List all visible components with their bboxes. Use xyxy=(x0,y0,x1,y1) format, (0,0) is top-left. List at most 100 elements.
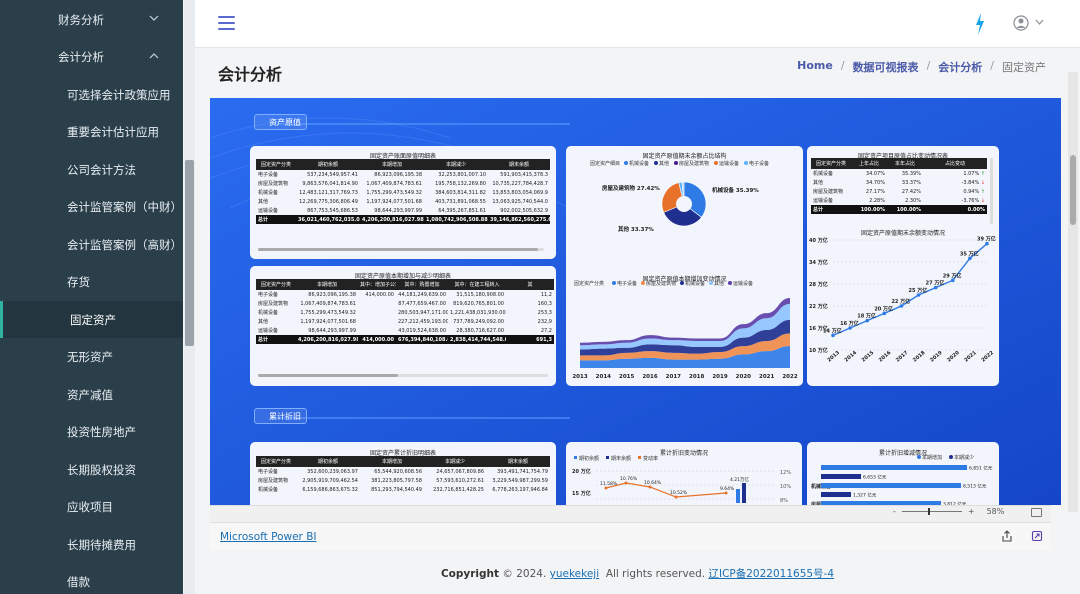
table-row[interactable]: 电子设备 86,923,096,195.38 414,000.00 44,181,24… xyxy=(256,290,554,299)
legend-label[interactable]: 电子设备 xyxy=(617,280,637,287)
legend-label[interactable]: 机械设备 xyxy=(685,280,705,287)
legend-label[interactable]: 机械设备 xyxy=(629,160,649,167)
legend-label[interactable]: 本期增加 xyxy=(922,454,942,461)
table-row[interactable]: 机械设备 6,159,686,863,675.32 851,293,794,540.… xyxy=(256,485,550,494)
sidebar-item[interactable]: 固定资产 xyxy=(0,301,183,338)
legend-label[interactable]: 其他 xyxy=(659,160,669,167)
fit-to-page-icon[interactable] xyxy=(1031,508,1042,517)
sidebar-item[interactable]: 长期股权投资 xyxy=(0,451,183,488)
powerbi-report[interactable]: 资产原值 累计折旧 固定资产账面原值明细表 固定资产分类 期初余额 本期增加 本期减少… xyxy=(210,98,1061,505)
pie-chart[interactable]: 固定资产细目 机械设备 其他 房屋及建筑物 运输设备 电子设备房屋及建筑物 27.42% 机… xyxy=(566,156,803,251)
column-header[interactable]: 本期增加 xyxy=(360,456,424,467)
column-header[interactable]: 固定资产分类 xyxy=(256,279,296,290)
bar[interactable] xyxy=(821,483,961,488)
table-h-scroll-thumb[interactable] xyxy=(258,374,398,377)
column-header[interactable]: 其中：增加子公司 xyxy=(358,279,396,290)
page-scrollbar[interactable] xyxy=(1068,72,1078,512)
zoom-control[interactable]: - + 58% xyxy=(893,507,1004,516)
column-header[interactable]: 其 xyxy=(506,279,554,290)
table-row[interactable]: 运输设备 867,753,545,686.53 98,644,293,997.99 6… xyxy=(256,206,550,215)
sidebar-item[interactable]: 投资性房地产 xyxy=(0,414,183,451)
legend-label[interactable]: 房屋及建筑物 xyxy=(679,160,709,167)
table-row[interactable]: 房屋及建筑物 9,863,576,041,814.90 1,067,409,874,… xyxy=(256,179,550,188)
bar[interactable] xyxy=(821,465,967,470)
chevron-up-icon[interactable] xyxy=(149,51,159,61)
chevron-down-icon[interactable] xyxy=(149,13,159,23)
bolt-icon[interactable] xyxy=(973,13,987,35)
legend-label[interactable]: 期初余额 xyxy=(579,455,599,462)
legend-label[interactable]: 运输设备 xyxy=(733,280,753,287)
bar[interactable] xyxy=(742,483,746,503)
legend-label[interactable]: 其他 xyxy=(714,280,724,287)
table-row[interactable]: 房屋及建筑物 2,905,919,709,462.54 381,223,805,79… xyxy=(256,476,550,485)
sidebar-item[interactable]: 会计监管案例（高财） xyxy=(0,226,183,263)
legend-label[interactable]: 电子设备 xyxy=(749,160,769,167)
column-header[interactable]: 固定资产分类 xyxy=(256,159,296,170)
sidebar-item[interactable]: 无形资产 xyxy=(0,339,183,376)
sidebar-item[interactable]: 可选择会计政策应用 xyxy=(0,76,183,113)
share-icon[interactable] xyxy=(1001,530,1013,542)
legend-label[interactable]: 本期减少 xyxy=(954,454,974,461)
column-header[interactable]: 期初余额 xyxy=(296,456,360,467)
column-header[interactable]: 本期增加 xyxy=(296,279,358,290)
bar[interactable] xyxy=(736,489,740,503)
powerbi-link[interactable]: Microsoft Power BI xyxy=(220,531,317,543)
legend-label[interactable]: 期末余额 xyxy=(611,455,631,462)
sidebar-item[interactable]: 会计分析 xyxy=(0,39,183,76)
sidebar-item[interactable]: 重要会计估计应用 xyxy=(0,114,183,151)
column-header[interactable]: 其中：在建工程转入 xyxy=(448,279,506,290)
sidebar-item[interactable]: 借款 xyxy=(0,564,183,594)
stream-chart[interactable]: 固定资产分类 电子设备 房屋及建筑物 机械设备 其他 运输设备 2013 2014 2015 20… xyxy=(566,280,803,380)
sidebar-item[interactable]: 财务分析 xyxy=(0,1,183,38)
table-row[interactable]: 房屋及建筑物 27.17% 27.42% 0.94% ↑ xyxy=(811,187,987,196)
page-scroll-thumb[interactable] xyxy=(1070,155,1076,225)
sidebar-scroll-thumb[interactable] xyxy=(185,160,194,346)
column-header[interactable]: 本期减少 xyxy=(424,159,488,170)
table-row[interactable]: 机械设备 12,483,121,317,769.73 1,755,299,473,5… xyxy=(256,188,550,197)
breadcrumb-accounting[interactable]: 会计分析 xyxy=(938,59,982,75)
table-row[interactable]: 其他 12,269,775,306,806.49 1,197,924,077,501… xyxy=(256,197,550,206)
breadcrumb-reports[interactable]: 数据可视报表 xyxy=(853,59,919,75)
zoom-out-button[interactable]: - xyxy=(893,507,896,516)
column-header[interactable]: 本年占比 xyxy=(887,158,923,169)
author-link[interactable]: yuekekeji xyxy=(550,568,600,580)
ratio-table-v-scrollbar[interactable] xyxy=(990,158,993,224)
legend-label[interactable]: 房屋及建筑物 xyxy=(646,280,676,287)
chevron-down-icon[interactable] xyxy=(1035,19,1044,26)
sidebar-item[interactable]: 公司会计方法 xyxy=(0,151,183,188)
table-row[interactable]: 机械设备 34.07% 35.39% 1.07% ↑ xyxy=(811,169,987,178)
table-row[interactable]: 其他 1,197,924,077,501.68 227,212,459,193.00… xyxy=(256,317,554,326)
zoom-slider-knob[interactable] xyxy=(927,508,930,515)
zoom-slider[interactable] xyxy=(901,508,962,515)
zoom-in-button[interactable]: + xyxy=(968,507,975,516)
user-circle-icon[interactable] xyxy=(1013,15,1029,31)
legend-label[interactable]: 运输设备 xyxy=(719,160,739,167)
breadcrumb-home[interactable]: Home xyxy=(797,59,833,75)
table-row[interactable]: 房屋及建筑物 1,067,409,874,783.61 87,477,659,467… xyxy=(256,299,554,308)
column-header[interactable]: 上年占比 xyxy=(851,158,887,169)
bar[interactable] xyxy=(821,492,851,497)
table-row[interactable]: 其他 34.70% 33.37% -3.84% ↓ xyxy=(811,178,987,187)
bar[interactable] xyxy=(821,474,861,479)
column-header[interactable]: 其中：购置增加 xyxy=(396,279,448,290)
line-chart[interactable]: 10 万亿16 万亿22 万亿28 万亿34 万亿40 万亿14 万亿16 万亿… xyxy=(807,234,999,384)
column-header[interactable]: 期末余额 xyxy=(488,159,550,170)
column-header[interactable]: 固定资产分类 xyxy=(811,158,851,169)
table-row[interactable]: 机械设备 1,755,299,473,549.32 280,503,947,171.… xyxy=(256,308,554,317)
legend-label[interactable]: 变动率 xyxy=(643,455,658,462)
table-row[interactable]: 电子设备 352,600,239,063.97 65,544,920,608.56 2… xyxy=(256,467,550,476)
depreciation-change-chart[interactable]: 期初余额 期末余额 变动率 20 万亿 15 万亿 12% 10% 8% 11.58%10.76… xyxy=(566,453,802,505)
column-header[interactable]: 期末余额 xyxy=(486,456,550,467)
column-header[interactable]: 占比变动 xyxy=(923,158,987,169)
table-h-scroll-thumb[interactable] xyxy=(258,248,538,251)
sidebar-item[interactable]: 长期待摊费用 xyxy=(0,526,183,563)
sidebar-item[interactable]: 应收项目 xyxy=(0,489,183,526)
column-header[interactable]: 固定资产分类 xyxy=(256,456,296,467)
column-header[interactable]: 本期增加 xyxy=(360,159,424,170)
hamburger-icon[interactable] xyxy=(218,16,235,31)
sidebar-item[interactable]: 资产减值 xyxy=(0,376,183,413)
fullscreen-icon[interactable] xyxy=(1031,530,1043,542)
sidebar-item[interactable]: 会计监管案例（中财） xyxy=(0,189,183,226)
table-row[interactable]: 运输设备 98,644,293,997.99 43,019,524,638.00 28… xyxy=(256,326,554,335)
table-row[interactable]: 运输设备 2.28% 2.30% -3.76% ↓ xyxy=(811,196,987,205)
